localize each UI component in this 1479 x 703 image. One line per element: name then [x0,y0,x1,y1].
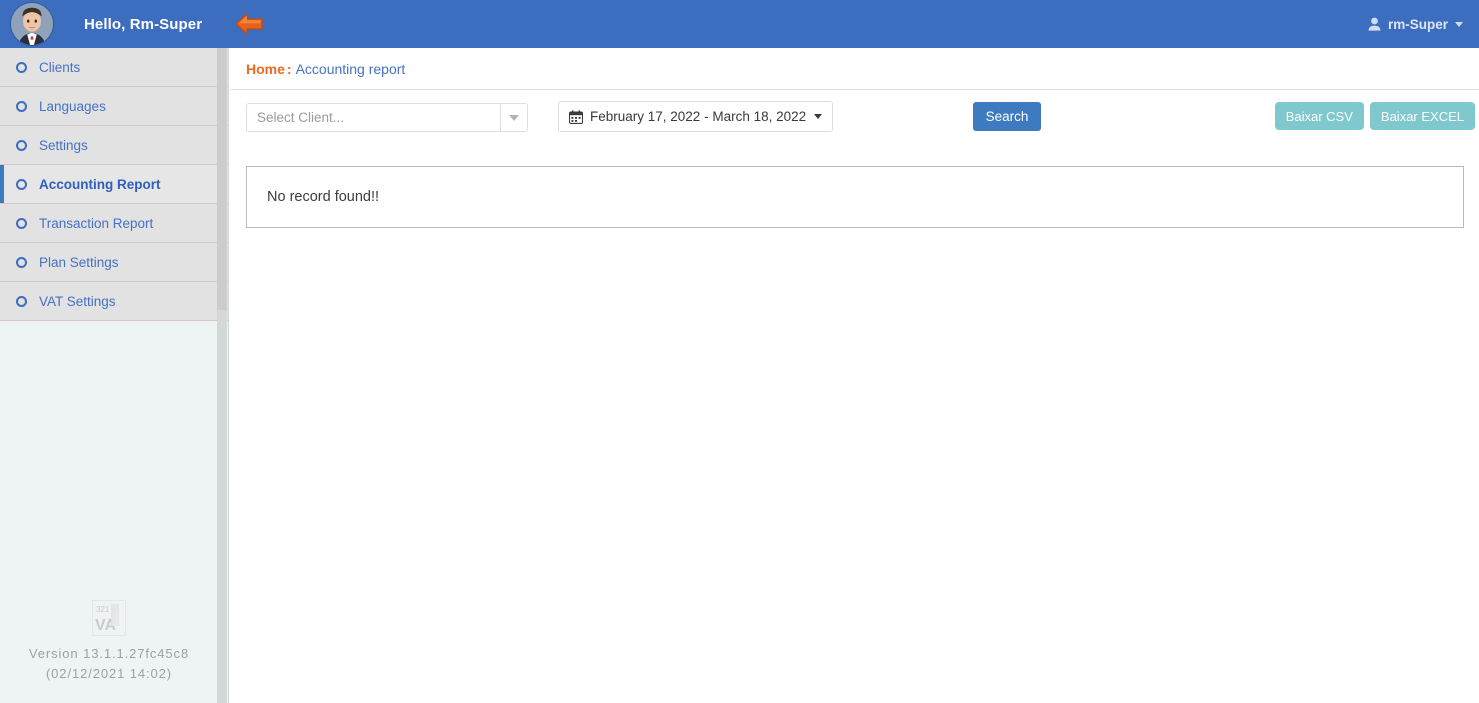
sidebar: Clients Languages Settings Accounting Re… [0,48,229,703]
sidebar-item-label: Accounting Report [39,176,161,192]
sidebar-item-label: Clients [39,59,81,75]
circle-outline-icon [16,256,27,268]
client-select-placeholder: Select Client... [257,110,345,125]
no-record-message: No record found!! [267,189,380,205]
circle-outline-icon [16,61,27,73]
download-excel-button[interactable]: Baixar EXCEL [1369,102,1475,130]
sidebar-item-label: Transaction Report [39,215,154,231]
user-menu[interactable]: rm-Super [1368,0,1463,48]
circle-outline-icon [16,178,27,190]
avatar [10,2,54,46]
version-text: Version 13.1.1.27fc45c8 [28,646,190,661]
sidebar-item-label: Plan Settings [39,254,119,270]
sidebar-item-plan-settings[interactable]: Plan Settings [0,243,228,282]
chevron-down-icon [814,114,823,119]
sidebar-item-vat-settings[interactable]: VAT Settings [0,282,228,321]
sidebar-menu: Clients Languages Settings Accounting Re… [0,48,228,321]
sidebar-scrollbar-thumb[interactable] [217,48,227,310]
arrow-left-icon[interactable] [232,9,266,39]
top-header-bar: Hello, Rm-Super rm-Super [0,0,1479,48]
sidebar-item-languages[interactable]: Languages [0,87,228,126]
circle-outline-icon [16,295,27,307]
sidebar-item-label: Settings [39,137,88,153]
circle-outline-icon [16,217,27,229]
sidebar-item-transaction-report[interactable]: Transaction Report [0,204,228,243]
sidebar-item-clients[interactable]: Clients [0,48,228,87]
chevron-down-icon [1455,21,1463,27]
date-range-picker[interactable]: February 17, 2022 - March 18, 2022 [558,101,834,132]
date-range-value: February 17, 2022 - March 18, 2022 [590,109,807,124]
breadcrumb-separator: : [286,60,292,77]
svg-text:321: 321 [96,605,110,614]
download-csv-button[interactable]: Baixar CSV [1274,102,1364,130]
filter-toolbar: Select Client... February 17, 2022 - Mar… [230,90,1479,152]
breadcrumb-current: Accounting report [295,60,406,77]
sidebar-item-label: Languages [39,98,106,114]
sidebar-item-accounting-report[interactable]: Accounting Report [0,165,228,204]
main-content: Home : Accounting report Select Client..… [230,48,1479,703]
results-panel: No record found!! [246,166,1464,228]
circle-outline-icon [16,100,27,112]
chevron-down-icon [509,114,519,121]
circle-outline-icon [16,139,27,151]
client-select-toggle[interactable] [500,104,527,131]
search-button[interactable]: Search [973,102,1041,131]
breadcrumb-home-link[interactable]: Home [246,61,285,77]
brand-321va-logo: 321 VA [92,600,126,636]
sidebar-item-settings[interactable]: Settings [0,126,228,165]
calendar-icon [569,109,583,124]
greeting-text: Hello, Rm-Super [84,15,203,33]
sidebar-footer: 321 VA Version 13.1.1.27fc45c8 (02/12/20… [0,600,218,684]
user-icon [1368,17,1381,31]
breadcrumb: Home : Accounting report [230,48,1479,90]
sidebar-scrollbar[interactable] [217,48,227,703]
user-menu-label: rm-Super [1387,16,1448,32]
client-select[interactable]: Select Client... [246,103,528,132]
sidebar-item-label: VAT Settings [39,293,116,309]
build-date-text: (02/12/2021 14:02) [45,666,173,681]
export-button-group: Baixar CSV Baixar EXCEL [1274,102,1475,130]
